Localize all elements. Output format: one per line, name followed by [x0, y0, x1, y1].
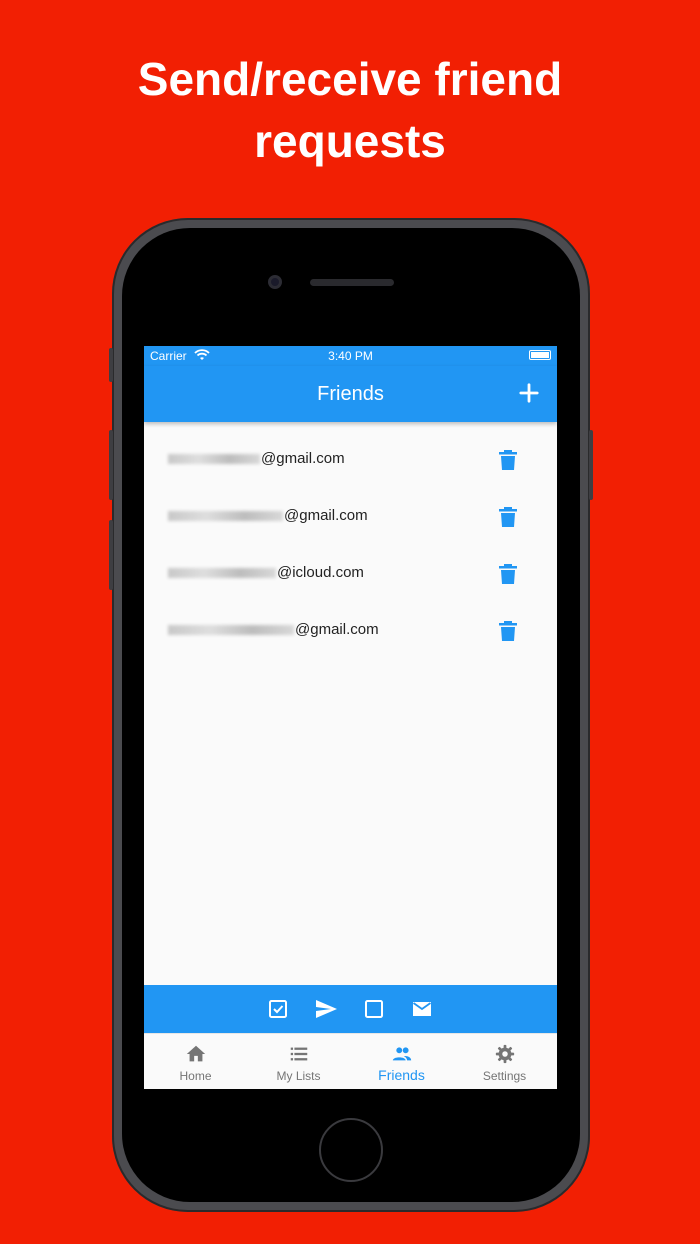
list-item[interactable]: @gmail.com — [144, 489, 557, 546]
bottom-nav: Home My Lists Friends Settings — [144, 1033, 557, 1089]
mute-switch — [109, 348, 113, 382]
check-box-icon[interactable] — [266, 997, 290, 1021]
trash-icon[interactable] — [498, 620, 518, 642]
empty-box-icon[interactable] — [362, 997, 386, 1021]
redacted-username — [168, 453, 260, 464]
redacted-username — [168, 510, 283, 521]
trash-icon[interactable] — [498, 449, 518, 471]
email-domain: @gmail.com — [295, 621, 379, 638]
friends-list: @gmail.com @gmail.com @icloud.com @gmail… — [144, 432, 557, 660]
list-item[interactable]: @gmail.com — [144, 603, 557, 660]
home-icon — [186, 1045, 206, 1062]
email-domain: @icloud.com — [277, 564, 364, 581]
battery-icon — [529, 350, 551, 360]
tab-my-lists-label: My Lists — [276, 1069, 321, 1083]
tab-settings[interactable]: Settings — [453, 1034, 556, 1089]
volume-down-button — [109, 520, 113, 590]
page-title: Friends — [317, 383, 384, 405]
headline-line-2: requests — [254, 115, 446, 167]
redacted-username — [168, 567, 276, 578]
list-item[interactable]: @gmail.com — [144, 432, 557, 489]
tab-friends-label: Friends — [378, 1067, 425, 1083]
earpiece-speaker — [310, 279, 394, 286]
mail-icon[interactable] — [410, 997, 434, 1021]
headline-line-1: Send/receive friend — [137, 53, 563, 105]
list-icon — [290, 1047, 308, 1061]
power-button — [589, 430, 593, 500]
gear-icon — [495, 1044, 515, 1064]
trash-icon[interactable] — [498, 563, 518, 585]
tab-home-label: Home — [179, 1069, 212, 1083]
action-toolbar — [144, 985, 557, 1033]
tab-home[interactable]: Home — [144, 1034, 247, 1089]
headline: Send/receive friend requests — [0, 48, 700, 172]
list-item[interactable]: @icloud.com — [144, 546, 557, 603]
status-bar: Carrier 3:40 PM — [144, 346, 557, 366]
plus-icon[interactable] — [515, 379, 543, 407]
email-domain: @gmail.com — [261, 450, 345, 467]
friend-email: @gmail.com — [168, 507, 368, 524]
front-camera — [268, 275, 282, 289]
friend-email: @gmail.com — [168, 450, 345, 467]
friend-email: @icloud.com — [168, 564, 364, 581]
send-icon[interactable] — [314, 997, 338, 1021]
tab-settings-label: Settings — [482, 1069, 527, 1083]
email-domain: @gmail.com — [284, 507, 368, 524]
redacted-username — [168, 624, 294, 635]
app-screen: Carrier 3:40 PM Friends @gmail.com @gmai… — [144, 346, 557, 1089]
trash-icon[interactable] — [498, 506, 518, 528]
people-icon — [392, 1047, 412, 1061]
friend-email: @gmail.com — [168, 621, 379, 638]
status-time: 3:40 PM — [328, 349, 373, 363]
app-bar: Friends — [144, 366, 557, 422]
volume-up-button — [109, 430, 113, 500]
tab-friends[interactable]: Friends — [350, 1034, 453, 1089]
home-button[interactable] — [319, 1118, 383, 1182]
tab-my-lists[interactable]: My Lists — [247, 1034, 350, 1089]
